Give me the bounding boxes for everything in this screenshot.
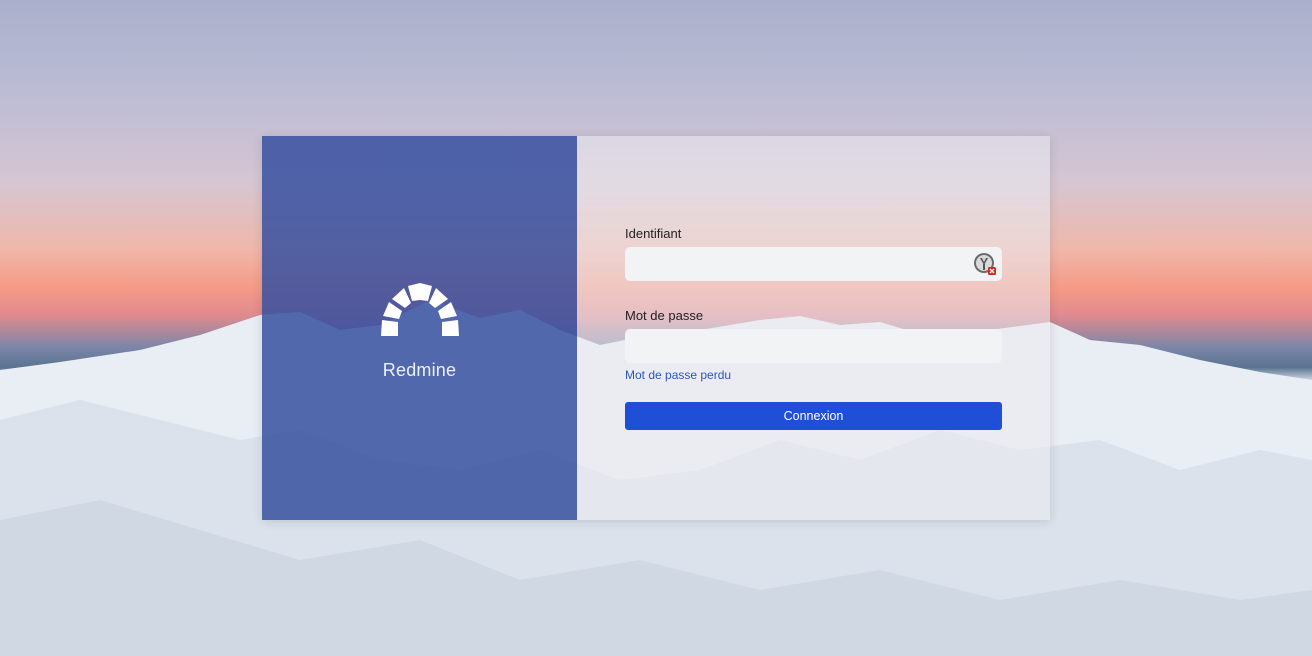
login-card: Redmine Identifiant Mot de passe Mot de … <box>262 136 1050 520</box>
login-form-panel: Identifiant Mot de passe Mot de passe pe… <box>577 136 1050 520</box>
username-input[interactable] <box>625 247 1002 281</box>
lost-password-link[interactable]: Mot de passe perdu <box>625 368 731 382</box>
password-input[interactable] <box>625 329 1002 363</box>
redmine-arch-icon <box>380 282 459 336</box>
password-field-wrap <box>625 329 1002 363</box>
brand-panel: Redmine <box>262 136 577 520</box>
password-label: Mot de passe <box>625 308 704 323</box>
password-group: Mot de passe <box>625 308 1002 363</box>
username-field-wrap <box>625 247 1002 281</box>
login-button[interactable]: Connexion <box>625 402 1002 430</box>
brand-name: Redmine <box>382 359 457 380</box>
login-form: Identifiant Mot de passe Mot de passe pe… <box>625 226 1002 430</box>
username-label: Identifiant <box>625 226 682 241</box>
password-manager-icon[interactable] <box>973 252 997 276</box>
